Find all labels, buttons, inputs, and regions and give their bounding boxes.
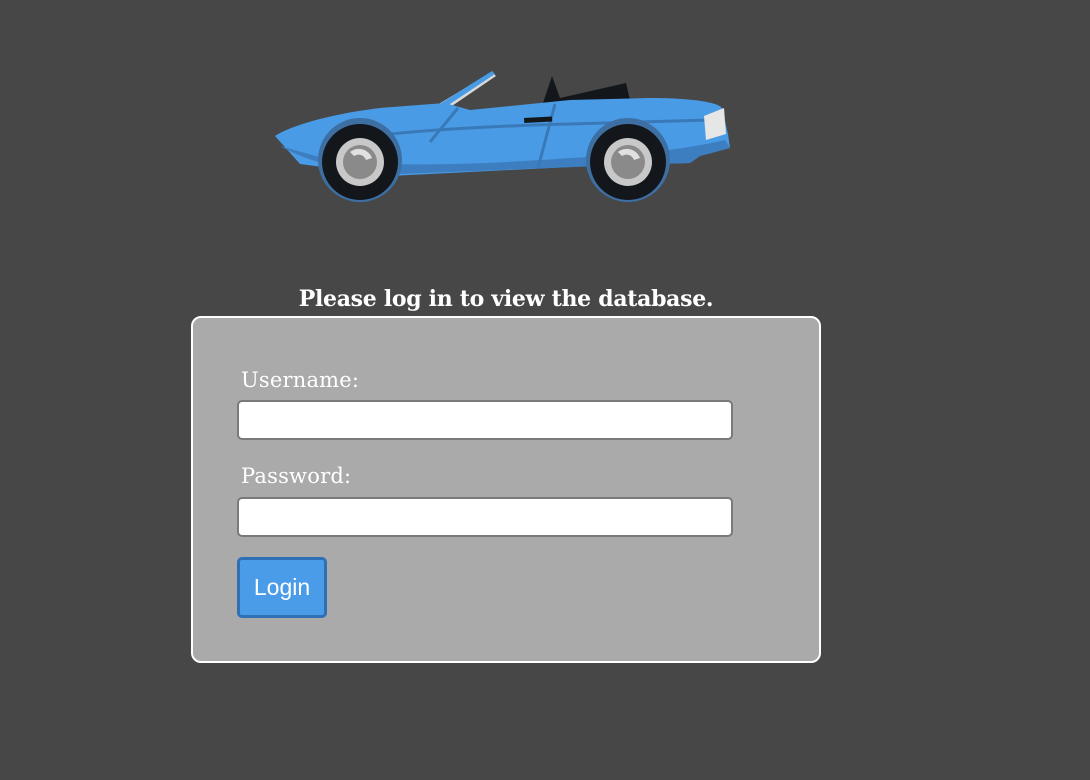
password-label: Password:: [241, 464, 352, 488]
login-form: Username: Password: Login: [191, 316, 821, 663]
login-prompt: Please log in to view the database.: [298, 286, 714, 312]
username-label: Username:: [241, 368, 360, 392]
password-input[interactable]: [237, 497, 733, 537]
username-input[interactable]: [237, 400, 733, 440]
convertible-car-icon: [270, 68, 735, 203]
login-button[interactable]: Login: [237, 557, 327, 618]
